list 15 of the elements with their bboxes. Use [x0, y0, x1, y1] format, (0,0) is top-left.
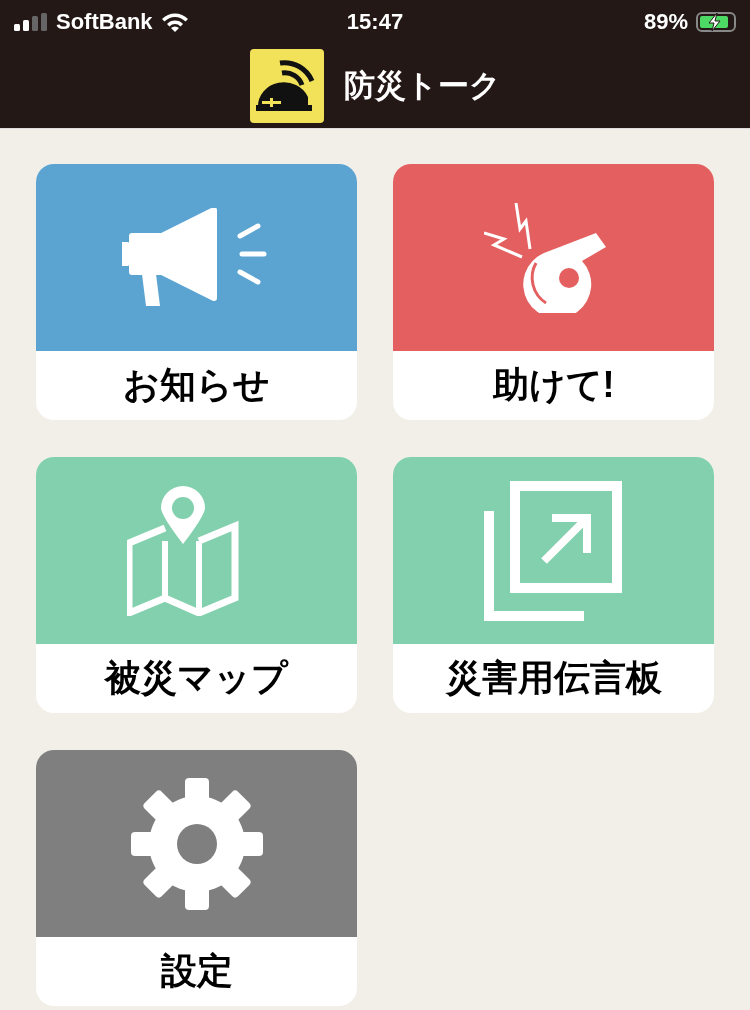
external-link-icon	[483, 480, 624, 621]
clock-time: 15:47	[346, 9, 404, 34]
carrier-name: SoftBank	[56, 9, 153, 35]
wifi-icon	[160, 12, 189, 32]
share-tile[interactable]: 災害用伝言板	[393, 457, 714, 713]
gear-tile[interactable]: 設定	[36, 750, 357, 1006]
settings-icon	[129, 776, 264, 911]
map-tile[interactable]: 被災マップ	[36, 457, 357, 713]
signal-icon	[14, 13, 48, 31]
battery-icon	[696, 12, 736, 32]
app-title: 防災トーク	[343, 67, 501, 105]
battery-percent: 89%	[643, 9, 688, 35]
megaphone-tile[interactable]: お知らせ	[36, 164, 357, 420]
helmet-logo-icon	[249, 49, 324, 123]
whistle-tile[interactable]: 助けて!	[393, 164, 714, 420]
